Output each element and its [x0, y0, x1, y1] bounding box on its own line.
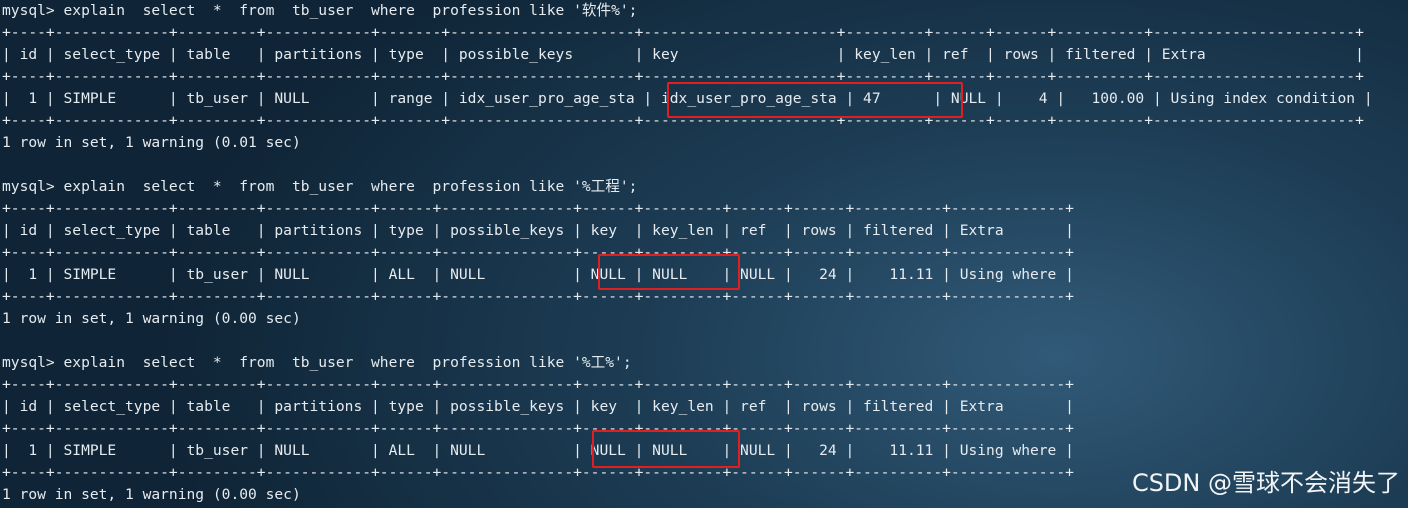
- table-border: +----+-------------+---------+----------…: [2, 288, 1074, 305]
- table-header: | id | select_type | table | partitions …: [2, 46, 1364, 63]
- result-line: 1 row in set, 1 warning (0.00 sec): [2, 486, 301, 503]
- highlight-box-key: [598, 254, 740, 290]
- table-border: +----+-------------+---------+----------…: [2, 376, 1074, 393]
- table-row: | 1 | SIMPLE | tb_user | NULL | ALL | NU…: [2, 266, 1074, 283]
- result-line: 1 row in set, 1 warning (0.00 sec): [2, 310, 301, 327]
- table-border: +----+-------------+---------+----------…: [2, 24, 1364, 41]
- table-border: +----+-------------+---------+----------…: [2, 464, 1074, 481]
- table-border: +----+-------------+---------+----------…: [2, 420, 1074, 437]
- table-header: | id | select_type | table | partitions …: [2, 222, 1074, 239]
- table-row: | 1 | SIMPLE | tb_user | NULL | ALL | NU…: [2, 442, 1074, 459]
- command-line: mysql> explain select * from tb_user whe…: [2, 178, 638, 195]
- highlight-box-key: [667, 82, 963, 118]
- command-line: mysql> explain select * from tb_user whe…: [2, 354, 632, 371]
- command-line: mysql> explain select * from tb_user whe…: [2, 2, 638, 19]
- watermark: CSDN @雪球不会消失了: [1131, 469, 1400, 497]
- result-line: 1 row in set, 1 warning (0.01 sec): [2, 134, 301, 151]
- highlight-box-key: [592, 430, 740, 468]
- table-border: +----+-------------+---------+----------…: [2, 244, 1074, 261]
- table-header: | id | select_type | table | partitions …: [2, 398, 1074, 415]
- table-border: +----+-------------+---------+----------…: [2, 200, 1074, 217]
